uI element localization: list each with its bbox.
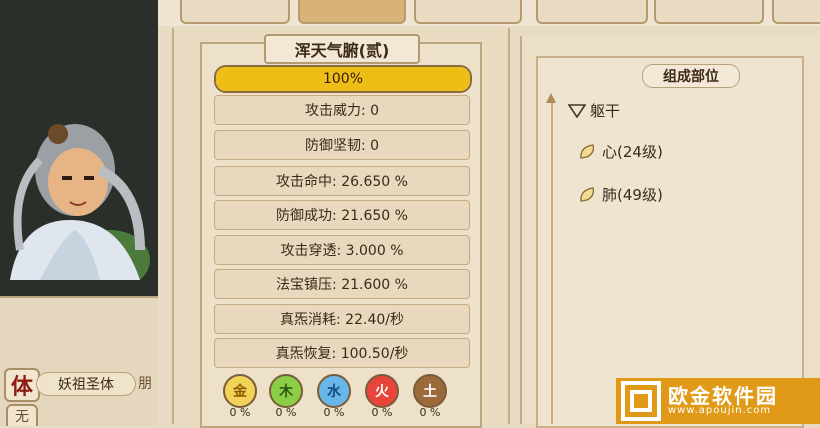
- tab-4[interactable]: [536, 0, 648, 24]
- element-fire[interactable]: 火 0 %: [364, 374, 400, 419]
- stat-qi-recovery: 真炁恢复: 100.50/秒: [214, 338, 470, 368]
- cultivation-progress-bar: 100%: [214, 65, 472, 93]
- element-wood-percent: 0 %: [275, 406, 297, 419]
- element-metal-icon: 金: [223, 374, 257, 408]
- tab-6[interactable]: [772, 0, 820, 24]
- tree-node-trunk[interactable]: 躯干: [568, 100, 620, 121]
- tree-node-heart-label: 心(24级): [602, 143, 663, 161]
- stat-attack-hit: 攻击命中: 26.650 %: [214, 166, 470, 196]
- element-metal-percent: 0 %: [229, 406, 251, 419]
- element-water[interactable]: 水 0 %: [316, 374, 352, 419]
- body-name-button[interactable]: 妖祖圣体: [36, 372, 136, 396]
- tree-scroll-track[interactable]: [551, 98, 553, 424]
- stat-qi-consumption: 真炁消耗: 22.40/秒: [214, 304, 470, 334]
- scroll-handle-icon[interactable]: [546, 93, 556, 103]
- tree-node-heart[interactable]: 心(24级): [578, 141, 663, 162]
- tab-5[interactable]: [654, 0, 764, 24]
- status-badge: 无: [6, 404, 38, 426]
- tree-node-lung[interactable]: 肺(49级): [578, 184, 663, 205]
- expand-triangle-icon: [568, 103, 586, 118]
- stat-defense-success: 防御成功: 21.650 %: [214, 200, 470, 230]
- element-fire-percent: 0 %: [371, 406, 393, 419]
- body-type-badge: 体: [4, 368, 40, 402]
- element-water-percent: 0 %: [323, 406, 345, 419]
- watermark-url: www.apoujin.com: [668, 405, 772, 416]
- stat-artifact-suppression: 法宝镇压: 21.600 %: [214, 269, 470, 299]
- body-next-label: 朋: [138, 376, 152, 392]
- tab-2-active[interactable]: [298, 0, 406, 24]
- organ-leaf-icon: [580, 143, 595, 159]
- organ-title: 浑天气腑(贰): [264, 34, 420, 64]
- element-wood[interactable]: 木 0 %: [268, 374, 304, 419]
- element-earth-percent: 0 %: [419, 406, 441, 419]
- tab-3[interactable]: [414, 0, 522, 24]
- tab-1[interactable]: [180, 0, 290, 24]
- element-earth[interactable]: 土 0 %: [412, 374, 448, 419]
- stat-defense-toughness: 防御坚韧: 0: [214, 130, 470, 160]
- element-earth-icon: 土: [413, 374, 447, 408]
- element-metal[interactable]: 金 0 %: [222, 374, 258, 419]
- tree-node-trunk-label: 躯干: [590, 102, 621, 120]
- element-water-icon: 水: [317, 374, 351, 408]
- tree-node-lung-label: 肺(49级): [602, 186, 663, 204]
- watermark-logo-icon: [621, 381, 661, 421]
- element-wood-icon: 木: [269, 374, 303, 408]
- element-fire-icon: 火: [365, 374, 399, 408]
- organ-leaf-icon: [580, 186, 595, 202]
- parts-title: 组成部位: [642, 64, 740, 88]
- stat-attack-power: 攻击威力: 0: [214, 95, 470, 125]
- character-portrait: [10, 124, 150, 280]
- progress-text: 100%: [322, 71, 364, 87]
- top-tab-bar: [158, 0, 820, 26]
- stat-attack-penetration: 攻击穿透: 3.000 %: [214, 235, 470, 265]
